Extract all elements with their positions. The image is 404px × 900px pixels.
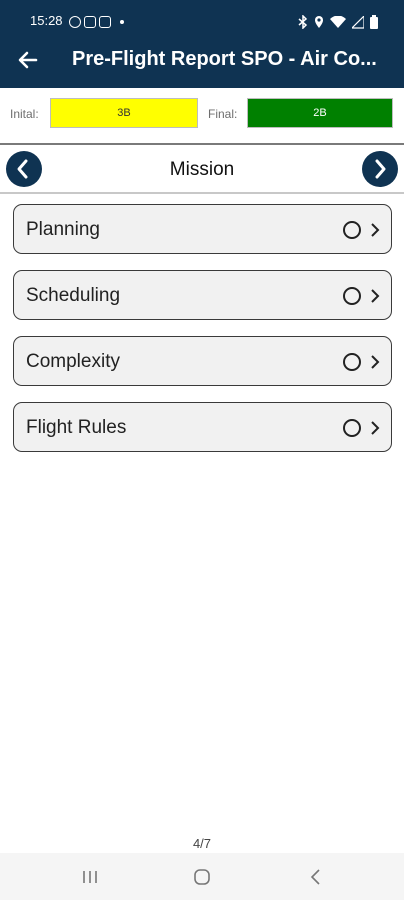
status-bar: 15:28 (0, 10, 404, 34)
divider (0, 143, 404, 145)
app-bar: Pre-Flight Report SPO - Air Co... (0, 44, 404, 80)
arrow-left-icon[interactable] (16, 48, 40, 72)
divider (0, 192, 404, 194)
recents-icon[interactable] (80, 867, 100, 887)
system-status-icons (298, 14, 378, 30)
initial-rating-badge: 3B (50, 98, 198, 128)
list-item-label: Complexity (26, 351, 120, 372)
list-item-planning[interactable]: Planning (13, 204, 392, 254)
signal-icon (352, 15, 364, 29)
battery-icon (370, 15, 378, 29)
location-icon (315, 16, 323, 28)
status-circle-icon (343, 353, 361, 371)
whatsapp-icon (69, 16, 81, 28)
wifi-icon (330, 15, 346, 28)
chevron-right-icon (371, 421, 380, 435)
status-circle-icon (343, 287, 361, 305)
chevron-right-circle-icon (375, 159, 386, 179)
status-circle-icon (343, 419, 361, 437)
top-bar: 15:28 Pre-Flight Report SPO - Air Co... (0, 0, 404, 88)
page-indicator: 4/7 (192, 836, 212, 851)
dot-icon (120, 20, 124, 24)
bluetooth-icon (298, 15, 308, 29)
list-item-label: Scheduling (26, 285, 121, 306)
section-title: Mission (169, 159, 235, 180)
notification-icons (69, 14, 124, 30)
instagram-icon (99, 16, 111, 28)
final-rating-value: 2B (313, 107, 327, 119)
system-navigation-bar (0, 853, 404, 900)
chevron-right-icon (371, 289, 380, 303)
list-item-complexity[interactable]: Complexity (13, 336, 392, 386)
mission-items-list: Planning Scheduling Complexity Flight Ru… (13, 204, 393, 468)
section-navigation: Mission (0, 146, 404, 192)
final-rating-badge: 2B (247, 98, 393, 128)
list-item-flight-rules[interactable]: Flight Rules (13, 402, 392, 452)
home-icon[interactable] (192, 867, 212, 887)
chevron-right-icon (371, 355, 380, 369)
list-item-label: Flight Rules (26, 417, 127, 438)
chevron-right-icon (371, 223, 380, 237)
gallery-icon (84, 16, 96, 28)
page-title: Pre-Flight Report SPO - Air Co... (72, 48, 377, 70)
initial-rating-value: 3B (117, 107, 131, 119)
status-time: 15:28 (30, 13, 63, 28)
risk-ratings: Inital: 3B Final: 2B (0, 96, 404, 134)
next-section-button[interactable] (362, 151, 398, 187)
final-label: Final: (208, 107, 238, 121)
list-item-scheduling[interactable]: Scheduling (13, 270, 392, 320)
list-item-label: Planning (26, 219, 100, 240)
initial-label: Inital: (10, 107, 39, 121)
status-circle-icon (343, 221, 361, 239)
back-icon[interactable] (306, 867, 326, 887)
